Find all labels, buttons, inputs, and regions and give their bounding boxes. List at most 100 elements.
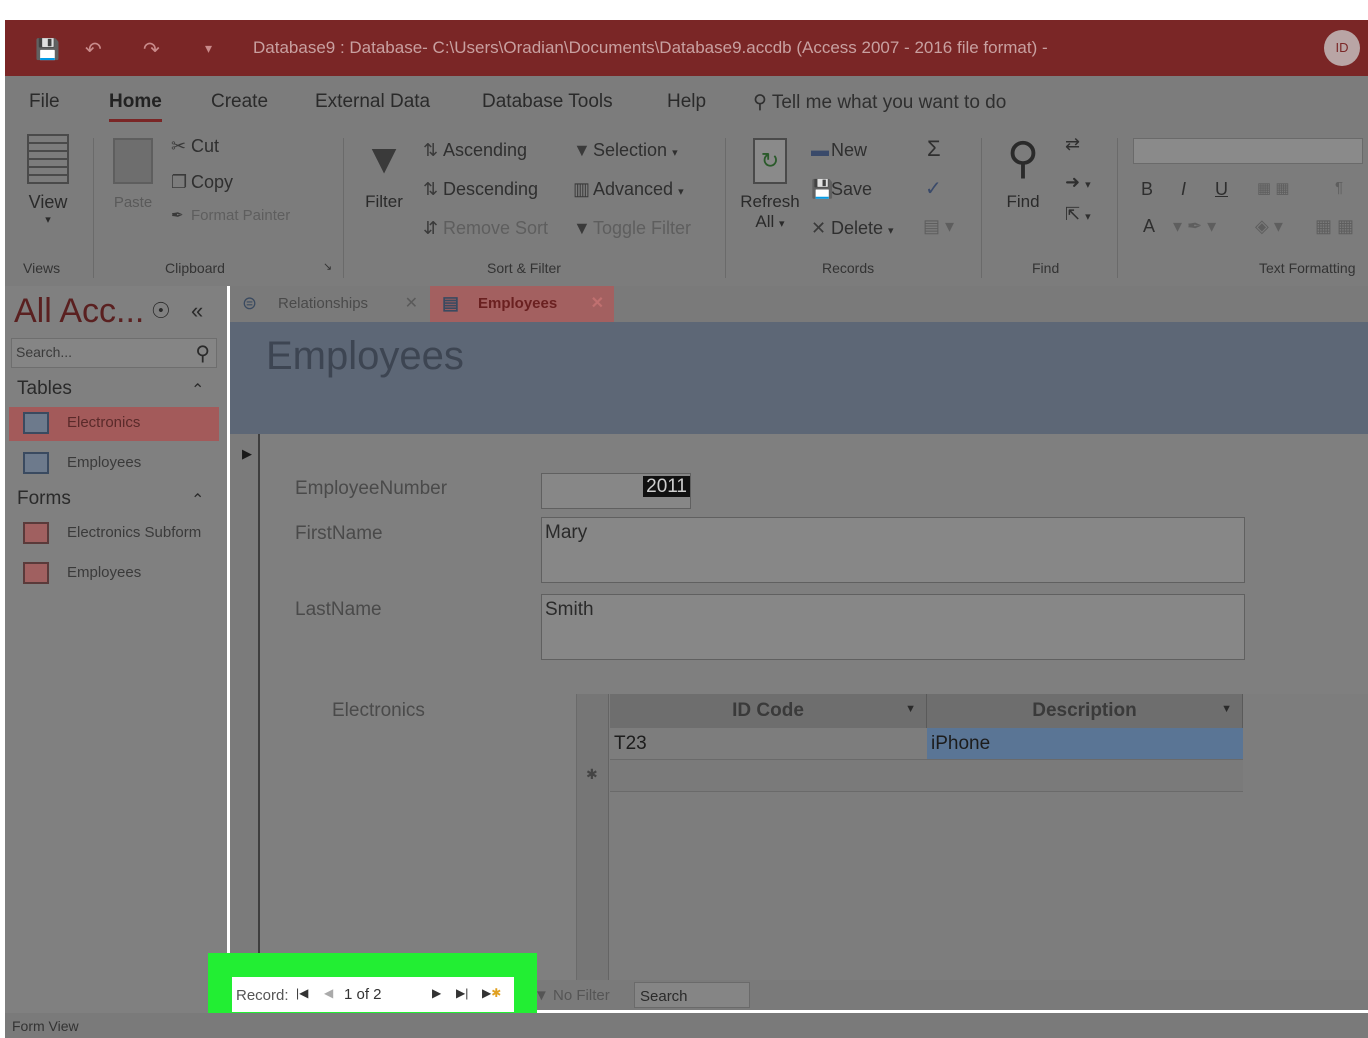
replace-icon[interactable]: ⇄ (1065, 134, 1080, 155)
customize-quick-access-icon[interactable]: ▾ (205, 40, 212, 57)
highlight-color-icon[interactable]: ▾ ✒ ▾ (1173, 216, 1216, 237)
format-painter-button[interactable]: ✒ Format Painter (171, 206, 290, 224)
first-name-field[interactable]: Mary (541, 517, 1245, 583)
bold-button[interactable]: B (1141, 179, 1153, 200)
toggle-filter-button[interactable]: ▼ Toggle Filter (573, 218, 691, 239)
totals-icon[interactable]: Σ (927, 136, 941, 162)
nav-item-employees-table[interactable]: Employees (9, 447, 219, 481)
employee-number-field[interactable]: 2011 (541, 473, 691, 509)
collapse-pane-icon[interactable]: « (191, 298, 203, 324)
copy-button[interactable]: ❐ Copy (171, 172, 233, 193)
cut-button[interactable]: ✂ Cut (171, 136, 219, 157)
last-record-button[interactable]: ▶| (456, 986, 468, 1000)
navigation-pane: All Acc... ☉ « Search... ⚲ Tables ⌃ Elec… (5, 286, 227, 1013)
descending-button[interactable]: ⇅ Descending (423, 179, 538, 200)
filter-button[interactable]: ▼ Filter (359, 136, 409, 212)
cell-id-code[interactable]: T23 (610, 728, 927, 760)
nav-menu-icon[interactable]: ☉ (151, 298, 171, 324)
redo-icon[interactable]: ↷ (143, 37, 160, 62)
close-icon[interactable]: ✕ (591, 293, 604, 313)
nav-item-label: Electronics Subform (67, 524, 202, 541)
select-icon[interactable]: ⇱ ▾ (1065, 204, 1091, 225)
copy-label: Copy (191, 172, 234, 192)
electronics-subform: ID Code ▼ Description ▼ T23 iPhone ✱ (576, 694, 1368, 984)
magnifier-icon: ⚲ (1006, 134, 1040, 183)
search-icon[interactable]: ⚲ (195, 341, 210, 366)
nav-pane-title[interactable]: All Acc... (14, 292, 144, 331)
record-label: Record: (236, 987, 289, 1004)
tab-create[interactable]: Create (211, 91, 268, 113)
remove-sort-button[interactable]: ⇵ Remove Sort (423, 218, 548, 239)
nav-item-electronics-table[interactable]: Electronics (9, 407, 219, 441)
find-button[interactable]: ⚲ Find (995, 134, 1051, 212)
table-icon (23, 452, 49, 474)
go-to-icon[interactable]: ➜ ▾ (1065, 172, 1091, 193)
nav-section-forms[interactable]: Forms (17, 488, 71, 510)
increase-indent-icon[interactable]: ▦ ▦ (1257, 179, 1290, 197)
delete-button[interactable]: ✕ Delete ▾ (811, 218, 894, 239)
advanced-button[interactable]: ▥ Advanced ▾ (573, 179, 684, 200)
paragraph-direction-icon[interactable]: ¶ (1335, 179, 1343, 196)
underline-button[interactable]: U (1215, 179, 1228, 200)
tab-help[interactable]: Help (667, 91, 706, 113)
more-records-icon[interactable]: ▤ ▾ (923, 216, 954, 237)
nav-search-input[interactable]: Search... ⚲ (11, 338, 217, 368)
close-icon[interactable]: ✕ (405, 293, 418, 313)
chevron-down-icon: ▾ (678, 186, 684, 198)
collapse-section-icon[interactable]: ⌃ (191, 490, 204, 510)
remove-sort-label: Remove Sort (443, 218, 549, 238)
find-group-label: Find (1032, 260, 1060, 276)
column-header-id-code[interactable]: ID Code ▼ (610, 694, 927, 728)
view-label: View (28, 192, 68, 212)
dialog-launcher-icon[interactable]: ↘ (323, 260, 332, 273)
save-icon[interactable]: 💾 (35, 37, 60, 62)
advanced-label: Advanced (593, 179, 674, 199)
tab-employees[interactable]: ▤ Employees ✕ (430, 286, 614, 322)
first-record-button[interactable]: |◀ (296, 986, 308, 1000)
tab-database-tools[interactable]: Database Tools (482, 91, 613, 113)
background-color-icon[interactable]: ◈ ▾ (1255, 216, 1283, 237)
nav-section-tables[interactable]: Tables (17, 378, 72, 400)
undo-icon[interactable]: ↶ (85, 37, 102, 62)
brush-icon: ✒ (171, 207, 184, 224)
chevron-down-icon[interactable]: ▼ (905, 703, 916, 715)
column-header-description[interactable]: Description ▼ (927, 694, 1243, 728)
new-record-row[interactable] (610, 760, 1243, 792)
tab-relationships[interactable]: ⊜ Relationships ✕ (230, 286, 428, 322)
new-record-button[interactable]: ▬ New (811, 140, 867, 161)
new-blank-record-button[interactable]: ▶✱ (482, 986, 501, 1000)
cell-description[interactable]: iPhone (927, 728, 1243, 760)
italic-button[interactable]: I (1181, 179, 1186, 200)
last-name-value: Smith (545, 599, 594, 620)
tab-external-data[interactable]: External Data (315, 91, 430, 113)
font-name-select[interactable] (1133, 138, 1363, 164)
nav-item-electronics-subform[interactable]: Electronics Subform (9, 517, 219, 551)
paste-button[interactable]: Paste (105, 138, 161, 211)
nav-item-employees-form[interactable]: Employees (9, 557, 219, 591)
collapse-section-icon[interactable]: ⌃ (191, 380, 204, 400)
record-selector[interactable]: ▶ (230, 434, 260, 984)
ascending-button[interactable]: ⇅ Ascending (423, 140, 527, 161)
previous-record-button[interactable]: ◀ (324, 986, 333, 1000)
user-avatar[interactable]: ID (1324, 30, 1360, 66)
tab-home[interactable]: Home (109, 91, 162, 122)
chevron-down-icon: ▾ (779, 218, 785, 230)
next-record-button[interactable]: ▶ (432, 986, 441, 1000)
chevron-down-icon[interactable]: ▼ (1221, 703, 1232, 715)
save-record-button[interactable]: 💾Save (811, 179, 872, 200)
view-button[interactable]: View ▾ (23, 134, 73, 226)
no-filter-indicator[interactable]: ▼ No Filter (534, 987, 610, 1004)
last-name-field[interactable]: Smith (541, 594, 1245, 660)
selection-button[interactable]: ▼ Selection ▾ (573, 140, 678, 161)
gridlines-icon[interactable]: ▦ ▦ (1315, 216, 1354, 237)
tab-file[interactable]: File (29, 91, 60, 113)
subform-search-input[interactable]: Search (634, 982, 750, 1008)
new-record-icon: ▬ (811, 140, 829, 160)
font-color-button[interactable]: A (1143, 216, 1155, 237)
refresh-all-button[interactable]: ↻ Refresh All ▾ (735, 138, 805, 232)
subform-row-selectors[interactable] (577, 694, 609, 984)
spelling-icon[interactable]: ✓ (925, 176, 942, 201)
current-record-input[interactable]: 1 of 2 (344, 986, 382, 1003)
form-header: Employees (230, 322, 1368, 434)
tell-me-box[interactable]: ⚲ Tell me what you want to do (753, 91, 1006, 114)
